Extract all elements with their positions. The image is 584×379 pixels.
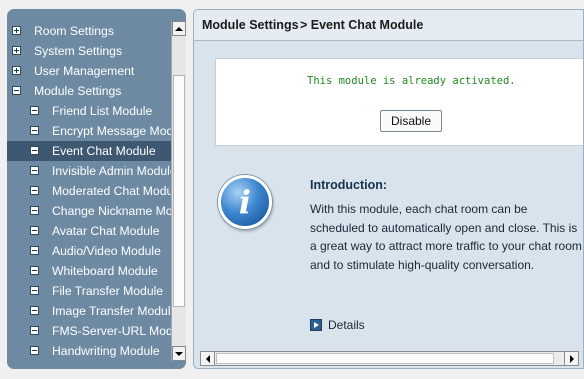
sidebar-item-invisible-admin-module[interactable]: Invisible Admin Module bbox=[7, 161, 171, 181]
sidebar-item-label: Moderated Chat Module bbox=[52, 184, 171, 198]
sidebar-item-label: System Settings bbox=[34, 44, 123, 58]
horizontal-scrollbar[interactable] bbox=[200, 351, 579, 366]
sidebar-item-label: FMS-Server-URL Module bbox=[52, 324, 171, 338]
minus-square-icon bbox=[30, 186, 39, 195]
scroll-right-button[interactable] bbox=[564, 352, 578, 365]
minus-square-icon bbox=[30, 226, 39, 235]
minus-square-icon bbox=[30, 246, 39, 255]
minus-square-icon[interactable] bbox=[12, 86, 21, 95]
minus-square-icon bbox=[30, 166, 39, 175]
sidebar-item-avatar-chat-module[interactable]: Avatar Chat Module bbox=[7, 221, 171, 241]
minus-square-icon bbox=[30, 286, 39, 295]
sidebar-item-image-transfer-module[interactable]: Image Transfer Module bbox=[7, 301, 171, 321]
scroll-left-button[interactable] bbox=[201, 352, 215, 365]
plus-square-icon[interactable] bbox=[12, 26, 21, 35]
sidebar-item-module-settings[interactable]: Module Settings bbox=[7, 81, 171, 101]
breadcrumb-section: Module Settings bbox=[202, 18, 299, 32]
plus-square-icon[interactable] bbox=[12, 46, 21, 55]
sidebar-item-label: Avatar Chat Module bbox=[52, 224, 160, 238]
sidebar-item-label: Encrypt Message Module bbox=[52, 124, 171, 138]
module-tree: Room Settings System Settings User Managem… bbox=[7, 21, 171, 361]
minus-square-icon bbox=[30, 206, 39, 215]
sidebar-item-user-management[interactable]: User Management bbox=[7, 61, 171, 81]
details-label: Details bbox=[328, 318, 365, 332]
arrow-down-icon bbox=[175, 351, 183, 356]
sidebar-item-label: Audio/Video Module bbox=[52, 244, 161, 258]
disable-button[interactable]: Disable bbox=[380, 110, 442, 132]
information-icon: i bbox=[218, 175, 272, 229]
minus-square-icon bbox=[30, 106, 39, 115]
horizontal-scrollbar-thumb[interactable] bbox=[216, 353, 554, 364]
sidebar-item-label: User Management bbox=[34, 64, 135, 78]
sidebar-item-change-nickname-module[interactable]: Change Nickname Module bbox=[7, 201, 171, 221]
sidebar-item-label: Module Settings bbox=[34, 84, 122, 98]
activation-status-box: This module is already activated. Disabl… bbox=[215, 58, 583, 146]
scroll-down-button[interactable] bbox=[172, 346, 186, 361]
play-arrow-icon bbox=[310, 319, 322, 331]
introduction-line: With this module, each chat room can be bbox=[310, 202, 528, 216]
minus-square-icon bbox=[30, 346, 39, 355]
sidebar-item-label: Friend List Module bbox=[52, 104, 153, 118]
arrow-right-icon bbox=[569, 354, 574, 363]
minus-square-icon bbox=[30, 326, 39, 335]
arrow-up-icon bbox=[175, 26, 183, 31]
introduction-text: With this module, each chat room can be … bbox=[310, 200, 583, 274]
sidebar-item-encrypt-message-module[interactable]: Encrypt Message Module bbox=[7, 121, 171, 141]
plus-square-icon[interactable] bbox=[12, 66, 21, 75]
sidebar-item-fms-server-url-module[interactable]: FMS-Server-URL Module bbox=[7, 321, 171, 341]
sidebar-item-handwriting-module[interactable]: Handwriting Module bbox=[7, 341, 171, 361]
sidebar-item-label: Event Chat Module bbox=[52, 144, 156, 158]
minus-square-icon bbox=[30, 266, 39, 275]
sidebar-item-system-settings[interactable]: System Settings bbox=[7, 41, 171, 61]
main-panel: Module Settings > Event Chat Module This… bbox=[193, 9, 584, 369]
scroll-up-button[interactable] bbox=[172, 21, 186, 36]
introduction-line: and to stimulate high-quality conversati… bbox=[310, 257, 535, 272]
sidebar-item-audio-video-module[interactable]: Audio/Video Module bbox=[7, 241, 171, 261]
minus-square-icon bbox=[30, 146, 39, 155]
breadcrumb-page: > Event Chat Module bbox=[300, 18, 424, 32]
introduction-line: a great way to attract more traffic to y… bbox=[310, 239, 582, 254]
scrollbar-thumb[interactable] bbox=[173, 75, 185, 307]
sidebar-item-label: Invisible Admin Module bbox=[52, 164, 171, 178]
sidebar-item-whiteboard-module[interactable]: Whiteboard Module bbox=[7, 261, 171, 281]
breadcrumb: Module Settings > Event Chat Module bbox=[194, 10, 583, 41]
sidebar-item-event-chat-module[interactable]: Event Chat Module bbox=[7, 141, 171, 161]
sidebar-item-label: File Transfer Module bbox=[52, 284, 164, 298]
sidebar-item-label: Room Settings bbox=[34, 24, 114, 38]
sidebar-item-room-settings[interactable]: Room Settings bbox=[7, 21, 171, 41]
arrow-left-icon bbox=[205, 354, 210, 363]
sidebar-item-label: Whiteboard Module bbox=[52, 264, 158, 278]
sidebar: Room Settings System Settings User Managem… bbox=[7, 9, 186, 369]
introduction-line: scheduled to automatically open and clos… bbox=[310, 220, 578, 235]
sidebar-item-friend-list-module[interactable]: Friend List Module bbox=[7, 101, 171, 121]
sidebar-item-label: Image Transfer Module bbox=[52, 304, 171, 318]
details-link[interactable]: Details bbox=[310, 318, 365, 332]
sidebar-item-label: Handwriting Module bbox=[52, 344, 160, 358]
activation-status-text: This module is already activated. bbox=[307, 75, 516, 87]
introduction-title: Introduction: bbox=[310, 178, 388, 192]
minus-square-icon bbox=[30, 306, 39, 315]
sidebar-scrollbar[interactable] bbox=[171, 21, 186, 361]
sidebar-item-file-transfer-module[interactable]: File Transfer Module bbox=[7, 281, 171, 301]
minus-square-icon bbox=[30, 126, 39, 135]
sidebar-item-label: Change Nickname Module bbox=[52, 204, 171, 218]
sidebar-item-moderated-chat-module[interactable]: Moderated Chat Module bbox=[7, 181, 171, 201]
